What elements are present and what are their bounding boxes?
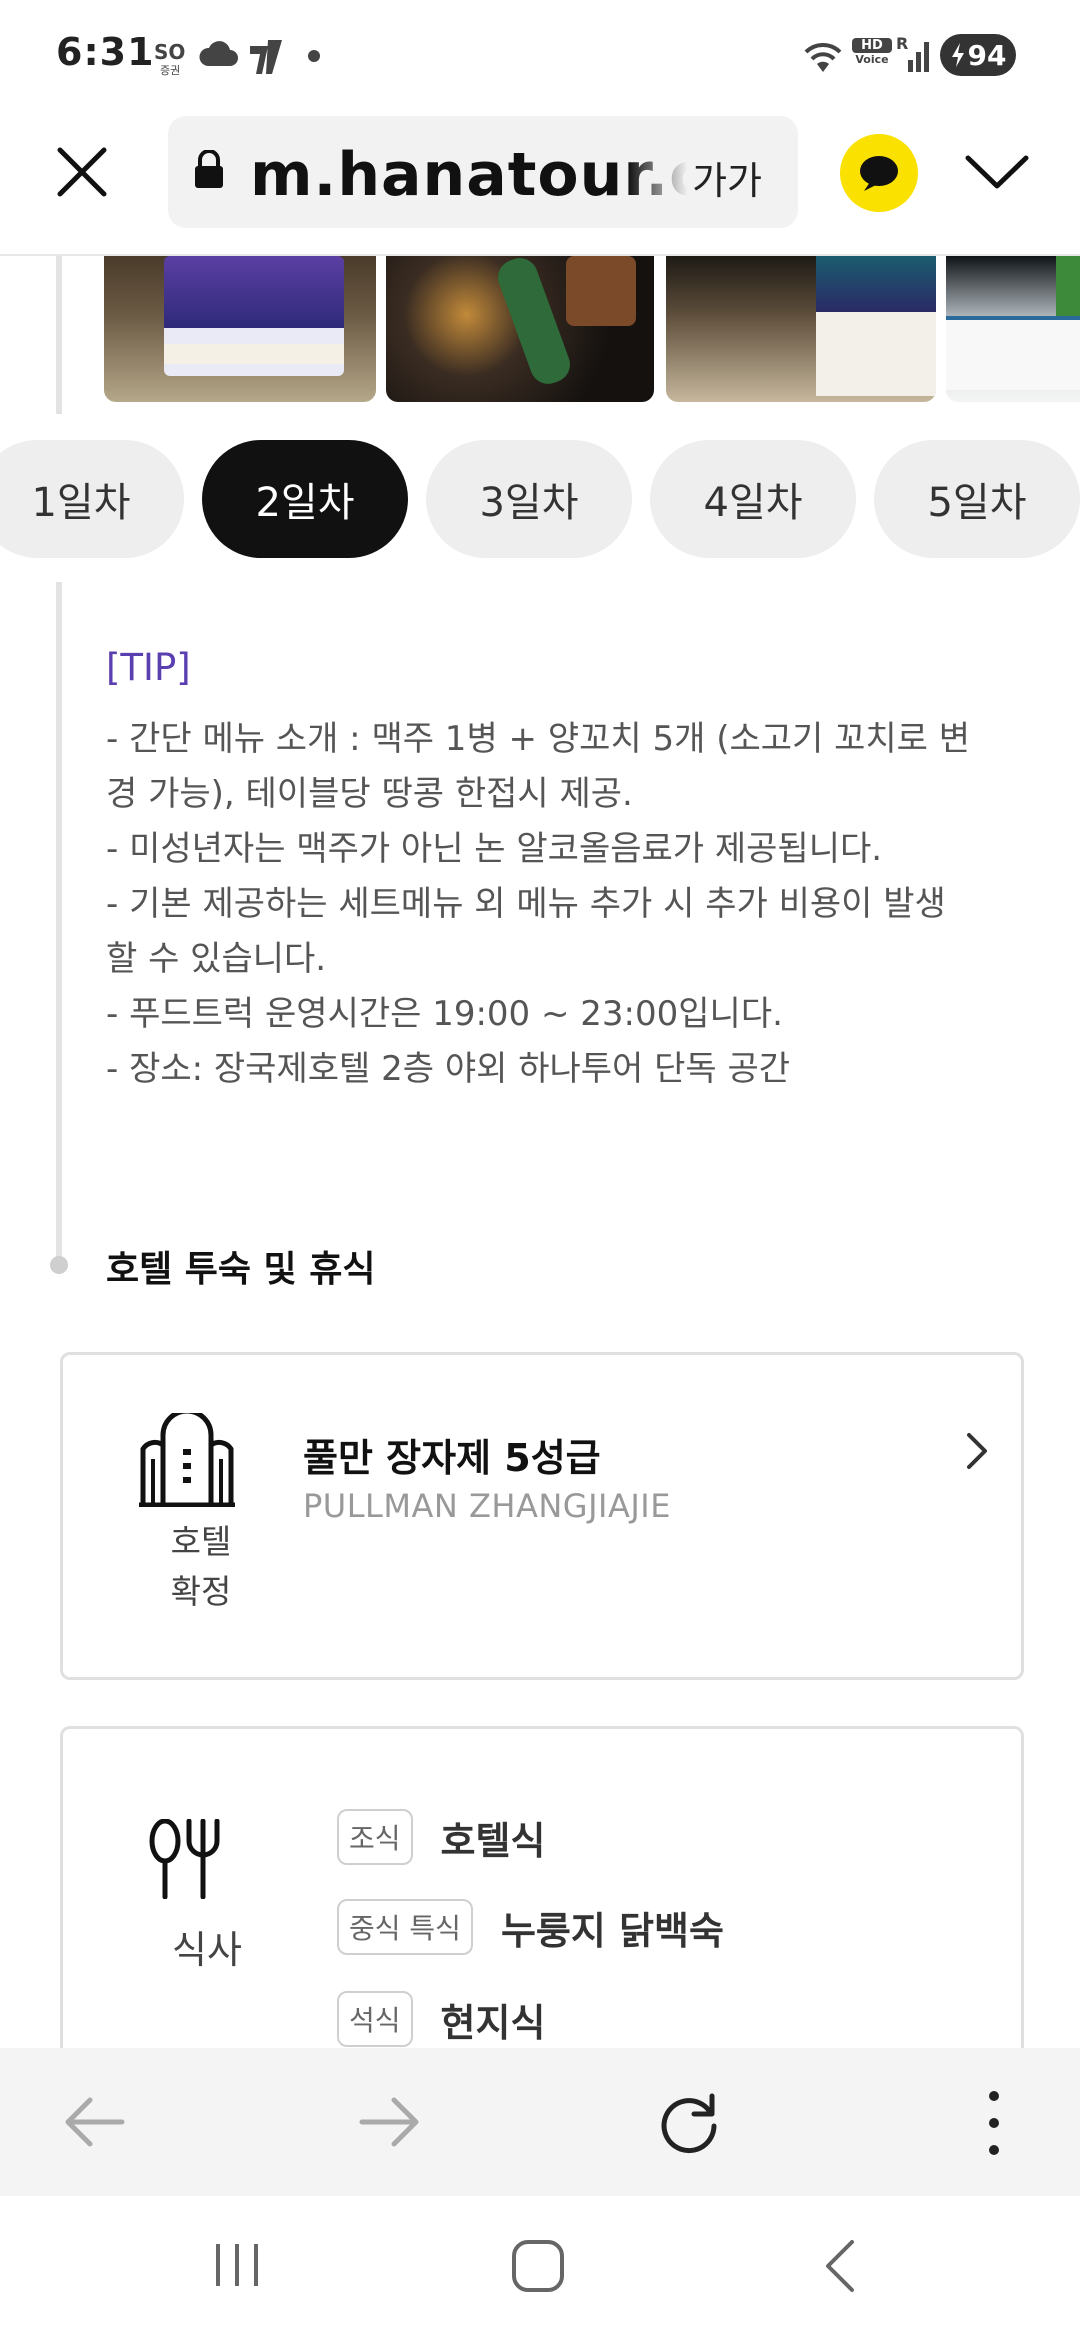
app-notification-icon (246, 36, 286, 80)
photo-food-truck-2[interactable] (666, 256, 936, 402)
tab-day-1[interactable]: 1일차 (0, 440, 184, 558)
hotel-building-icon (139, 1408, 235, 1511)
chevron-down-icon[interactable] (962, 148, 1032, 198)
meal-row: 조식 호텔식 (337, 1809, 545, 1865)
forward-arrow-icon[interactable] (358, 2094, 422, 2154)
roaming-text: R (896, 34, 909, 53)
photo-beer-skewer[interactable] (386, 256, 654, 402)
close-icon[interactable] (54, 144, 110, 204)
photo-food-truck-3[interactable] (946, 256, 1080, 402)
tab-day-3[interactable]: 3일차 (426, 440, 632, 558)
timeline-line-top (56, 256, 62, 414)
tab-day-5[interactable]: 5일차 (874, 440, 1080, 558)
refresh-icon[interactable] (656, 2090, 722, 2160)
hotel-name[interactable]: 풀만 장자제 5성급 (303, 1427, 601, 1482)
battery-level: 94 (967, 38, 1007, 72)
hotel-status-label: 호텔 확정 (153, 1517, 249, 1617)
meal-value: 호텔식 (440, 1818, 546, 1863)
voice-text: Voice (855, 53, 889, 66)
signal-icon: R (896, 34, 936, 78)
status-time: 6:31 (56, 30, 155, 74)
photo-food-truck-1[interactable] (104, 256, 376, 402)
hotel-confirmed-label: 확정 (170, 1572, 232, 1611)
tip-line: 할 수 있습니다. (106, 939, 327, 979)
back-arrow-icon[interactable] (62, 2094, 126, 2154)
hotel-name-en: PULLMAN ZHANGJIAJIE (303, 1487, 671, 1525)
carrier-sub-text: 증권 (160, 64, 181, 77)
timeline-line (56, 582, 62, 1262)
battery-indicator: 94 (940, 34, 1016, 76)
meal-tag: 조식 (337, 1809, 413, 1865)
meal-tag: 중식 특식 (337, 1899, 473, 1955)
hotel-card[interactable]: 호텔 확정 풀만 장자제 5성급 PULLMAN ZHANGJIAJIE (60, 1352, 1024, 1680)
tab-day-2[interactable]: 2일차 (202, 440, 408, 558)
hotel-label-line: 호텔 (170, 1522, 232, 1561)
more-vertical-icon[interactable] (984, 2088, 1004, 2162)
section-title: 호텔 투숙 및 휴식 (106, 1249, 376, 1290)
kakaotalk-icon (860, 156, 898, 191)
browser-bottom-toolbar (0, 2048, 1080, 2196)
hd-text: HD (852, 38, 892, 53)
battery-charging-icon (951, 43, 964, 67)
meal-value: 현지식 (440, 2000, 546, 2045)
tip-line: - 간단 메뉴 소개 : 맥주 1병 + 양꼬치 5개 (소고기 꼬치로 변 (106, 719, 971, 759)
carrier-text: SO (154, 40, 186, 64)
meal-value: 누룽지 닭백숙 (500, 1908, 724, 1953)
back-icon[interactable] (822, 2238, 858, 2298)
tip-title: [TIP] (106, 646, 191, 689)
wifi-icon (800, 36, 846, 78)
lock-icon (192, 149, 226, 194)
cloud-icon (198, 40, 238, 72)
tip-line: - 미성년자는 맥주가 아닌 논 알코올음료가 제공됩니다. (106, 829, 883, 869)
dot-icon (308, 50, 320, 62)
tab-day-4[interactable]: 4일차 (650, 440, 856, 558)
fork-knife-icon (147, 1818, 223, 1903)
url-bar[interactable]: m.hanatour.com 가가 (168, 116, 798, 228)
tip-line: - 기본 제공하는 세트메뉴 외 메뉴 추가 시 추가 비용이 발생 (106, 884, 946, 924)
tip-line: - 푸드트럭 운영시간은 19:00 ~ 23:00입니다. (106, 994, 783, 1034)
tip-line: 경 가능), 테이블당 땅콩 한접시 제공. (106, 774, 633, 814)
text-size-button[interactable]: 가가 (692, 150, 762, 205)
timeline-dot (50, 1256, 68, 1274)
carrier-logo: SO 증권 (152, 38, 192, 78)
system-navigation-bar (0, 2196, 1080, 2340)
recent-apps-icon[interactable] (212, 2240, 262, 2294)
meal-card: 식사 조식 호텔식 중식 특식 누룽지 닭백숙 석식 현지식 (60, 1726, 1024, 2089)
hd-voice-badge: HD Voice (852, 38, 892, 66)
tip-line: - 장소: 장국제호텔 2층 야외 하나투어 단독 공간 (106, 1049, 791, 1089)
tip-body: - 간단 메뉴 소개 : 맥주 1병 + 양꼬치 5개 (소고기 꼬치로 변 경… (106, 712, 1026, 1097)
chevron-right-icon[interactable] (963, 1429, 991, 1477)
meal-tag: 석식 (337, 1991, 413, 2047)
meal-row: 중식 특식 누룽지 닭백숙 (337, 1899, 724, 1955)
home-icon[interactable] (510, 2238, 566, 2298)
meal-label: 식사 (172, 1928, 242, 1972)
kakaotalk-button[interactable] (840, 134, 918, 212)
meal-row: 석식 현지식 (337, 1991, 545, 2047)
